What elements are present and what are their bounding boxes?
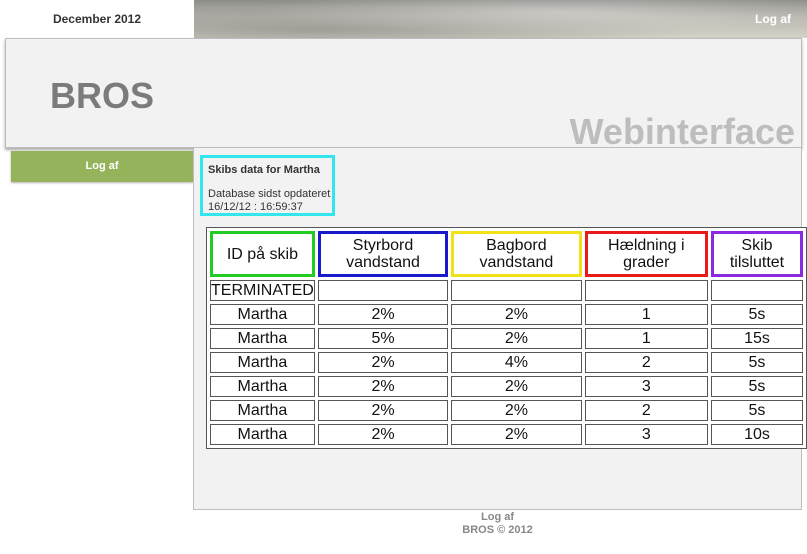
- header-ship-id: ID på skib: [210, 231, 315, 277]
- ship-info-box: Skibs data for Martha Database sidst opd…: [200, 155, 335, 216]
- table-cell: 5s: [710, 352, 803, 373]
- table-row: Martha 2% 2% 1 5s: [210, 304, 803, 325]
- table-row: Martha 2% 2% 2 5s: [210, 400, 803, 421]
- site-header: BROS Webinterface: [5, 38, 802, 152]
- table-cell: 2%: [451, 376, 582, 397]
- table-cell: Martha: [210, 304, 315, 325]
- table-cell: 1: [584, 304, 708, 325]
- footer-logout-link[interactable]: Log af: [193, 511, 802, 524]
- current-date: December 2012: [52, 12, 142, 26]
- table-cell: Martha: [210, 400, 315, 421]
- table-cell: 5s: [710, 400, 803, 421]
- table-row: Martha 2% 2% 3 10s: [210, 424, 803, 445]
- table-cell: Martha: [210, 424, 315, 445]
- ship-data-table: ID på skib Styrbord vandstand Bagbord va…: [206, 227, 807, 449]
- db-updated-value: 16/12/12 : 16:59:37: [208, 201, 303, 213]
- table-header-row: ID på skib Styrbord vandstand Bagbord va…: [210, 231, 803, 277]
- table-row: Martha 5% 2% 1 15s: [210, 328, 803, 349]
- table-cell: 2%: [451, 400, 582, 421]
- table-cell: Martha: [210, 352, 315, 373]
- table-cell: 2: [584, 352, 708, 373]
- header-tilt-degrees: Hældning i grader: [584, 231, 708, 277]
- table-cell: [710, 280, 803, 301]
- brand-subtitle: Webinterface: [569, 111, 795, 152]
- table-cell: 5s: [710, 304, 803, 325]
- table-cell: 3: [584, 376, 708, 397]
- table-cell: [584, 280, 708, 301]
- table-cell: 5s: [710, 376, 803, 397]
- table-cell: [451, 280, 582, 301]
- table-cell: 2: [584, 400, 708, 421]
- table-cell: 2%: [317, 352, 449, 373]
- table-cell: 2%: [451, 304, 582, 325]
- table-row: TERMINATED: [210, 280, 803, 301]
- table-cell: [317, 280, 449, 301]
- sidebar-item-logout[interactable]: Log af: [11, 151, 193, 182]
- table-row: Martha 2% 2% 3 5s: [210, 376, 803, 397]
- header-banner-image: Log af: [194, 0, 807, 38]
- db-updated-label: Database sidst opdateret: [208, 188, 331, 200]
- ship-data-title: Skibs data for Martha: [208, 164, 320, 176]
- header-ship-connected: Skib tilsluttet: [710, 231, 803, 277]
- table-cell: 5%: [317, 328, 449, 349]
- table-cell: 3: [584, 424, 708, 445]
- table-cell: 2%: [451, 424, 582, 445]
- sidebar-item-label: Log af: [85, 160, 119, 172]
- table-cell: 2%: [317, 400, 449, 421]
- page-footer: Log af BROS © 2012: [193, 511, 802, 537]
- table-cell: 2%: [317, 304, 449, 325]
- table-cell: TERMINATED: [210, 280, 315, 301]
- table-cell: 2%: [317, 376, 449, 397]
- table-cell: 2%: [451, 328, 582, 349]
- header-port-water: Bagbord vandstand: [451, 231, 582, 277]
- table-cell: 10s: [710, 424, 803, 445]
- table-row: Martha 2% 4% 2 5s: [210, 352, 803, 373]
- top-logout-link[interactable]: Log af: [755, 12, 791, 26]
- table-cell: 15s: [710, 328, 803, 349]
- table-cell: 2%: [317, 424, 449, 445]
- table-cell: Martha: [210, 376, 315, 397]
- table-cell: 1: [584, 328, 708, 349]
- brand-title: BROS: [50, 75, 155, 116]
- table-cell: 4%: [451, 352, 582, 373]
- header-starboard-water: Styrbord vandstand: [317, 231, 449, 277]
- table-cell: Martha: [210, 328, 315, 349]
- footer-copyright: BROS © 2012: [462, 524, 533, 536]
- top-date-bar: December 2012: [0, 0, 194, 38]
